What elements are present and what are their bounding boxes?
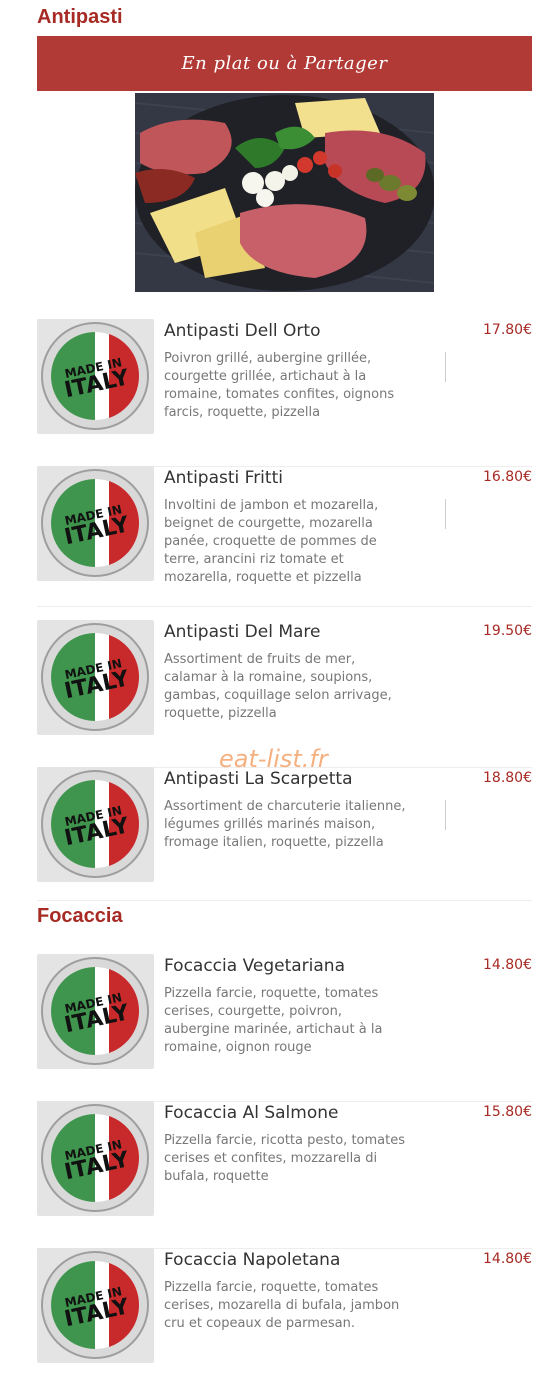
made-in-italy-badge: MADE IN ITALY: [37, 767, 154, 882]
divider: [445, 499, 446, 529]
item-description: Assortiment de fruits de mer, calamar à …: [164, 652, 392, 721]
sharing-banner: En plat ou à Partager: [37, 36, 532, 91]
watermark: eat-list.fr: [219, 745, 328, 773]
made-in-italy-badge: MADE IN ITALY: [37, 620, 154, 735]
item-price: 14.80€: [483, 1251, 532, 1267]
section-title-focaccia: Focaccia: [37, 905, 123, 927]
divider: [445, 800, 446, 830]
item-name[interactable]: Focaccia Al Salmone: [164, 1103, 338, 1123]
banner-text: En plat ou à Partager: [181, 53, 388, 74]
menu-item[interactable]: MADE IN ITALY Focaccia Napoletana 14.80€…: [37, 1248, 532, 1368]
item-description: Involtini de jambon et mozarella, beigne…: [164, 498, 379, 585]
item-price: 19.50€: [483, 623, 532, 639]
item-name[interactable]: Antipasti Dell Orto: [164, 321, 321, 341]
made-in-italy-badge: MADE IN ITALY: [37, 1248, 154, 1363]
section-title-antipasti: Antipasti: [37, 6, 123, 28]
made-in-italy-badge: MADE IN ITALY: [37, 1101, 154, 1216]
item-price: 17.80€: [483, 322, 532, 338]
item-name[interactable]: Antipasti Del Mare: [164, 622, 321, 642]
item-description: Pizzella farcie, roquette, tomates ceris…: [164, 1280, 400, 1331]
menu-item[interactable]: MADE IN ITALY Antipasti La Scarpetta 18.…: [37, 767, 532, 901]
item-price: 15.80€: [483, 1104, 532, 1120]
menu-item[interactable]: MADE IN ITALY Focaccia Al Salmone 15.80€…: [37, 1101, 532, 1249]
made-in-italy-badge: MADE IN ITALY: [37, 466, 154, 581]
item-price: 16.80€: [483, 469, 532, 485]
item-price: 18.80€: [483, 770, 532, 786]
antipasti-platter-photo: [135, 93, 434, 292]
item-description: Assortiment de charcuterie italienne, lé…: [164, 799, 406, 850]
divider: [445, 352, 446, 382]
menu-item[interactable]: MADE IN ITALY Antipasti Fritti 16.80€ In…: [37, 466, 532, 607]
item-name[interactable]: Antipasti Fritti: [164, 468, 283, 488]
item-name[interactable]: Focaccia Vegetariana: [164, 956, 345, 976]
item-price: 14.80€: [483, 957, 532, 973]
menu-item[interactable]: MADE IN ITALY Focaccia Vegetariana 14.80…: [37, 954, 532, 1102]
item-description: Poivron grillé, aubergine grillée, courg…: [164, 351, 395, 420]
item-name[interactable]: Focaccia Napoletana: [164, 1250, 340, 1270]
made-in-italy-badge: MADE IN ITALY: [37, 319, 154, 434]
menu-item[interactable]: MADE IN ITALY Antipasti Dell Orto 17.80€…: [37, 319, 532, 467]
item-description: Pizzella farcie, ricotta pesto, tomates …: [164, 1133, 405, 1184]
item-description: Pizzella farcie, roquette, tomates ceris…: [164, 986, 383, 1055]
made-in-italy-badge: MADE IN ITALY: [37, 954, 154, 1069]
